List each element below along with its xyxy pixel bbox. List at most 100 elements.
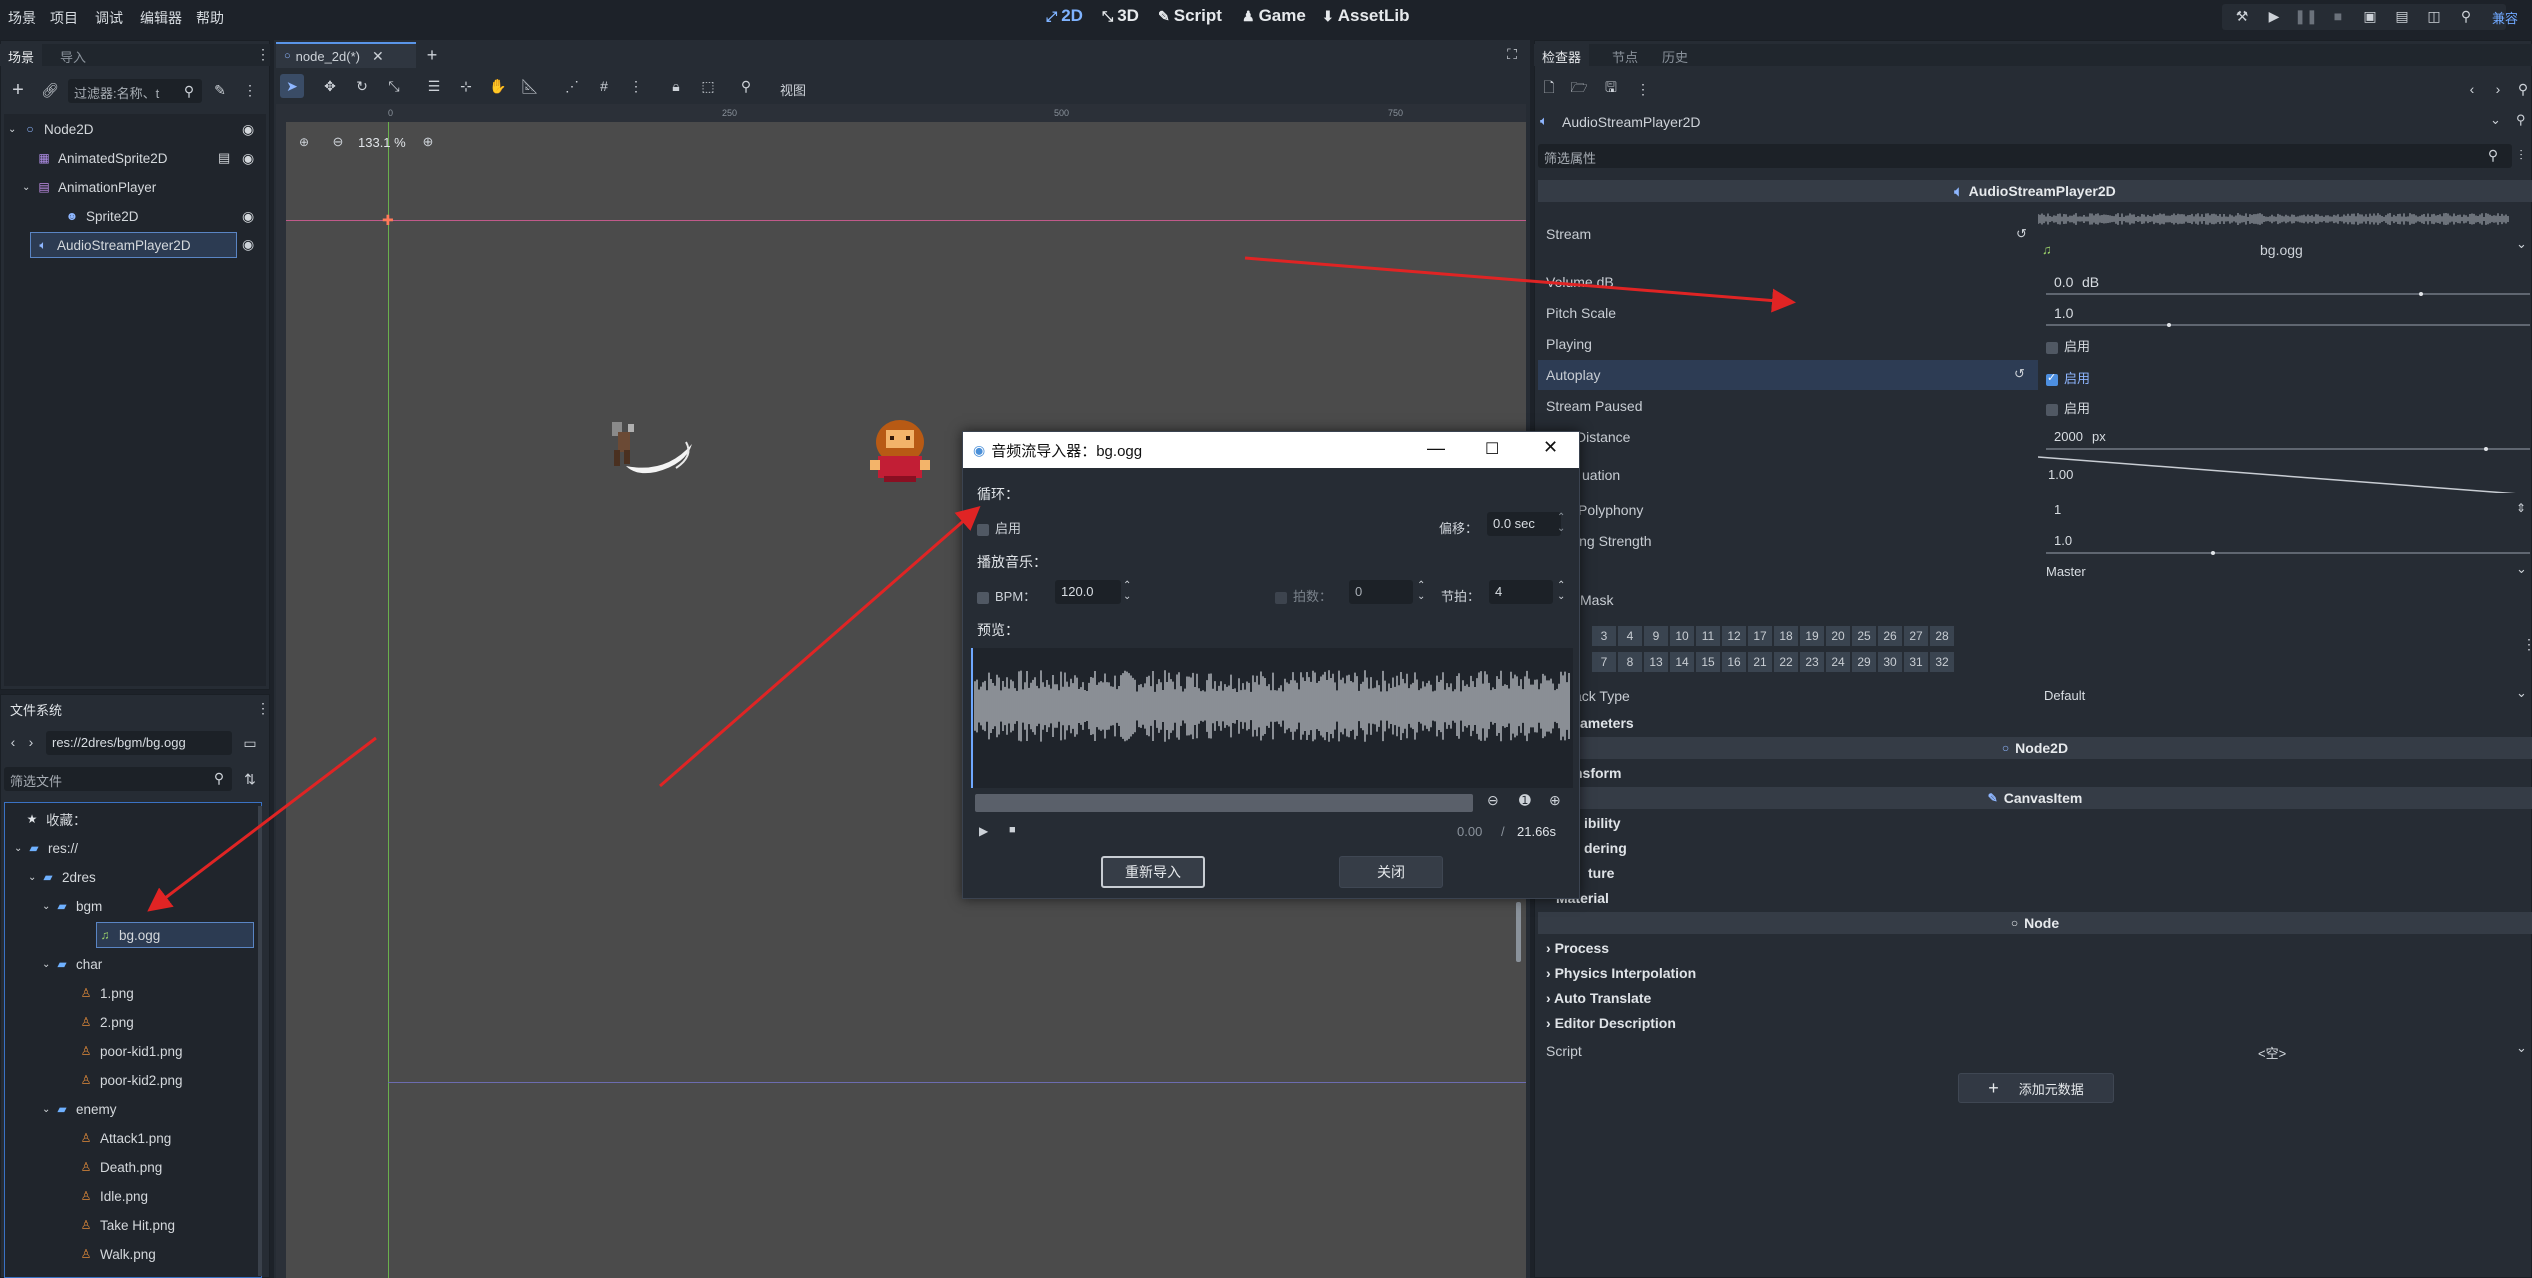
area-mask-layer-bit[interactable]: 16 [1722, 652, 1746, 672]
spin-arrows-icon[interactable]: ⌃ ⌄ [1557, 512, 1565, 534]
movie-icon[interactable]: ◫ [2424, 6, 2444, 26]
filesystem-path-input[interactable]: res://2dres/bgm/bg.ogg [46, 731, 232, 755]
select-mode-icon[interactable]: ➤ [280, 74, 304, 98]
workspace-3d-button[interactable]: ⤡ 3D [1102, 6, 1139, 26]
panning-grabber[interactable] [2210, 551, 2215, 555]
pitch-slider-grabber[interactable] [2167, 323, 2171, 327]
area-mask-layer-bit[interactable]: 26 [1878, 626, 1902, 646]
revert-icon[interactable]: ↺ [2016, 226, 2027, 242]
smart-snap-icon[interactable]: ⋰ [562, 76, 582, 96]
bpm-checkbox[interactable]: BPM： [977, 586, 1036, 605]
group-editor-description[interactable]: › Editor Description [1546, 1015, 1676, 1031]
save-icon[interactable]: 🖫︎ [1602, 79, 1620, 98]
file-item[interactable]: ⌄ ▰ char [42, 951, 250, 977]
workspace-script-button[interactable]: ✎ Script [1158, 6, 1222, 26]
close-button[interactable]: 关闭 [1339, 856, 1443, 888]
area-mask-layer-bit[interactable]: 13 [1644, 652, 1668, 672]
minimize-icon[interactable]: — [1427, 438, 1445, 459]
tab-history[interactable]: 历史 [1654, 44, 1696, 66]
workspace-2d-button[interactable]: ⤢ 2D [1046, 6, 1083, 26]
filesystem-scrollbar[interactable] [258, 806, 262, 1276]
area-mask-layer-bit[interactable]: 24 [1826, 652, 1850, 672]
area-mask-layer-bit[interactable]: 7 [1592, 652, 1616, 672]
spin-arrows-icon[interactable]: ⇕ [2516, 501, 2526, 515]
spin-arrows-icon[interactable]: ⌃ ⌄ [1557, 580, 1565, 602]
zoom-in-icon[interactable]: ⊕ [420, 134, 436, 150]
file-item[interactable]: ♙ Walk.png [56, 1241, 250, 1267]
pan-mode-icon[interactable]: ✋ [488, 76, 508, 96]
area-mask-layer-bit[interactable]: 23 [1800, 652, 1824, 672]
group-visibility[interactable]: ibility [1584, 815, 1621, 831]
close-icon[interactable]: ✕ [1543, 437, 1558, 458]
list-select-icon[interactable]: ☰ [424, 76, 444, 96]
area-mask-layer-bit[interactable]: 17 [1748, 626, 1772, 646]
area-mask-layer-bit[interactable]: 21 [1748, 652, 1772, 672]
distraction-free-icon[interactable]: ⛶ [1502, 44, 1522, 64]
property-filter-input[interactable]: 筛选属性 [1538, 144, 2512, 168]
file-item[interactable]: ♫ bg.ogg [96, 922, 254, 948]
file-item[interactable]: ♙ poor-kid2.png [56, 1067, 250, 1093]
attenuation-value[interactable]: 1.00 [2048, 467, 2073, 482]
max-distance-grabber[interactable] [2484, 447, 2488, 451]
file-item[interactable]: ♙ Take Hit.png [56, 1212, 250, 1238]
waveform-preview[interactable] [971, 648, 1573, 788]
bus-dropdown[interactable]: Master [2046, 564, 2086, 579]
visibility-eye-icon[interactable]: ◉ [242, 121, 254, 138]
file-item[interactable]: ⌄ ▰ enemy [42, 1096, 250, 1122]
file-item[interactable]: ♙ Attack1.png [56, 1125, 250, 1151]
polyphony-value[interactable]: 1 [2054, 502, 2061, 517]
add-node-icon[interactable]: + [8, 79, 28, 101]
file-item[interactable]: ⌄ ▰ 2dres [28, 864, 250, 890]
tab-node[interactable]: 节点 [1604, 44, 1646, 66]
sort-icon[interactable]: ⇅ [240, 769, 260, 789]
attenuation-curve[interactable] [2038, 453, 2532, 493]
reimport-button[interactable]: 重新导入 [1101, 856, 1205, 888]
area-mask-layer-bit[interactable]: 15 [1696, 652, 1720, 672]
search-help-icon[interactable]: ⚲ [2456, 6, 2476, 26]
add-metadata-button[interactable]: + 添加元数据 [1958, 1073, 2114, 1103]
file-item[interactable]: ⌄ ▰ bgm [42, 893, 250, 919]
chevron-down-icon[interactable]: ⌄ [2516, 236, 2527, 252]
tab-scene[interactable]: 场景 [0, 44, 43, 66]
area-mask-layer-bit[interactable]: 4 [1618, 626, 1642, 646]
area-mask-layer-bit[interactable]: 20 [1826, 626, 1850, 646]
collapse-arrow-icon[interactable]: ⌄ [22, 182, 36, 193]
area-mask-layer-bit[interactable]: 31 [1904, 652, 1928, 672]
spin-arrows-icon[interactable]: ⌃ ⌄ [1417, 580, 1425, 602]
panning-slider[interactable] [2046, 552, 2530, 554]
menu-scene[interactable]: 场景 [8, 8, 36, 28]
collapse-arrow-icon[interactable]: ⌄ [28, 872, 40, 883]
bone-icon[interactable]: ⚲ [736, 76, 756, 96]
zoom-in-icon[interactable]: ⊕ [1549, 792, 1561, 809]
zoom-level[interactable]: 133.1 % [358, 135, 406, 150]
maximize-icon[interactable]: ☐ [1485, 439, 1499, 459]
panning-value[interactable]: 1.0 [2054, 533, 2072, 548]
playing-checkbox[interactable]: 启用 [2046, 336, 2090, 355]
renderer-label[interactable]: 兼容 [2492, 8, 2518, 27]
dock-menu-icon[interactable]: ⋮ [256, 46, 270, 63]
dialog-titlebar[interactable]: ◉ 音频流导入器：bg.ogg — ☐ ✕ [963, 432, 1579, 468]
stream-resource-button[interactable]: bg.ogg [2260, 242, 2303, 258]
group-auto-translate[interactable]: › Auto Translate [1546, 990, 1651, 1006]
area-mask-layer-bit[interactable]: 9 [1644, 626, 1668, 646]
menu-editor[interactable]: 编辑器 [140, 8, 182, 28]
file-item[interactable]: ♙ Death.png [56, 1154, 250, 1180]
new-resource-icon[interactable]: 🗋︎ [1540, 79, 1558, 98]
new-tab-icon[interactable]: + [420, 44, 444, 66]
autoplay-checkbox[interactable]: 启用 [2046, 368, 2090, 387]
area-mask-layer-bit[interactable]: 10 [1670, 626, 1694, 646]
workspace-assetlib-button[interactable]: ⬇ AssetLib [1322, 6, 1410, 26]
stop-icon[interactable]: ■ [1009, 824, 1016, 836]
menu-help[interactable]: 帮助 [196, 8, 224, 28]
menu-project[interactable]: 项目 [50, 8, 78, 28]
snap-options-icon[interactable]: ⋮ [626, 76, 646, 96]
volume-slider-grabber[interactable] [2418, 292, 2423, 296]
chevron-down-icon[interactable]: ⌄ [2516, 1040, 2527, 1056]
tab-inspector[interactable]: 检查器 [1534, 44, 1590, 66]
object-history-icon[interactable]: ⚲ [2514, 80, 2532, 98]
move-mode-icon[interactable]: ✥ [320, 76, 340, 96]
play-icon[interactable]: ▶ [979, 824, 988, 838]
volume-db-value[interactable]: 0.0 [2054, 274, 2073, 290]
chevron-down-icon[interactable]: ⌄ [2516, 561, 2527, 577]
area-mask-layer-bit[interactable]: 28 [1930, 626, 1954, 646]
